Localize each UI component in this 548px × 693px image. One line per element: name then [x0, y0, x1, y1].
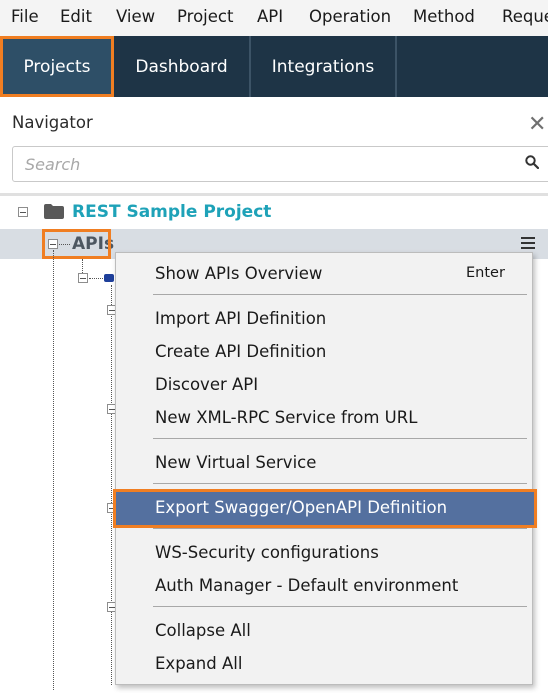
api-node-icon	[104, 274, 114, 282]
close-icon[interactable]: ✕	[528, 112, 546, 137]
shortcut-label: Enter	[466, 265, 505, 281]
menu-separator	[153, 606, 527, 607]
tree-connector	[111, 285, 112, 685]
tab-integrations[interactable]: Integrations	[251, 36, 397, 97]
search-icon[interactable]	[525, 155, 539, 169]
menu-item-import-api-definition[interactable]: Import API Definition	[116, 303, 532, 336]
search-input[interactable]	[25, 153, 505, 175]
menu-item-new-xml-rpc-service[interactable]: New XML-RPC Service from URL	[116, 402, 532, 435]
menu-request[interactable]: Reque	[502, 7, 548, 26]
search-field	[12, 146, 548, 182]
menu-separator	[153, 294, 527, 295]
menu-file[interactable]: File	[11, 7, 39, 26]
menu-item-collapse-all[interactable]: Collapse All	[116, 615, 532, 648]
hamburger-menu-icon[interactable]	[521, 237, 535, 250]
tab-dashboard[interactable]: Dashboard	[114, 36, 251, 97]
menu-item-label: Collapse All	[155, 621, 251, 640]
tree-item-project[interactable]: REST Sample Project	[72, 202, 271, 222]
menu-separator	[153, 438, 527, 439]
menu-edit[interactable]: Edit	[60, 7, 92, 26]
menu-item-label: New Virtual Service	[155, 453, 317, 472]
menu-item-auth-manager[interactable]: Auth Manager - Default environment	[116, 570, 532, 603]
menu-item-label: Create API Definition	[155, 342, 327, 361]
context-menu: Show APIs Overview Enter Import API Defi…	[113, 252, 537, 685]
collapse-toggle-icon[interactable]	[78, 273, 88, 283]
menu-item-export-swagger-openapi[interactable]: Export Swagger/OpenAPI Definition	[113, 489, 537, 528]
menu-view[interactable]: View	[116, 7, 155, 26]
menu-item-label: Expand All	[155, 654, 243, 673]
menu-item-show-apis-overview[interactable]: Show APIs Overview Enter	[116, 258, 532, 291]
menu-item-label: WS-Security configurations	[155, 543, 379, 562]
menu-item-expand-all[interactable]: Expand All	[116, 648, 532, 681]
tree-connector	[82, 259, 83, 273]
tree-connector	[89, 278, 103, 279]
menu-item-discover-api[interactable]: Discover API	[116, 369, 532, 402]
menu-item-label: Import API Definition	[155, 309, 327, 328]
menu-bar: File Edit View Project API Operation Met…	[0, 0, 548, 36]
navigator-divider	[0, 193, 548, 196]
menu-project[interactable]: Project	[177, 7, 233, 26]
menu-item-ws-security-configurations[interactable]: WS-Security configurations	[116, 537, 532, 570]
menu-item-create-api-definition[interactable]: Create API Definition	[116, 336, 532, 369]
menu-api[interactable]: API	[257, 7, 283, 26]
menu-item-new-virtual-service[interactable]: New Virtual Service	[116, 447, 532, 480]
collapse-toggle-icon[interactable]	[18, 207, 28, 217]
menu-item-label: Show APIs Overview	[155, 264, 323, 283]
tab-projects[interactable]: Projects	[0, 36, 114, 97]
menu-separator	[153, 528, 527, 529]
menu-operation[interactable]: Operation	[309, 7, 391, 26]
main-tab-bar: Projects Dashboard Integrations	[0, 36, 548, 97]
menu-separator	[153, 483, 527, 484]
menu-item-label: Export Swagger/OpenAPI Definition	[155, 498, 448, 517]
menu-method[interactable]: Method	[413, 7, 475, 26]
menu-item-label: Discover API	[155, 375, 259, 394]
menu-item-label: New XML-RPC Service from URL	[155, 408, 418, 427]
folder-icon	[44, 204, 64, 219]
menu-item-label: Auth Manager - Default environment	[155, 576, 459, 595]
tree-connector	[53, 250, 54, 690]
navigator-title: Navigator	[12, 113, 93, 132]
